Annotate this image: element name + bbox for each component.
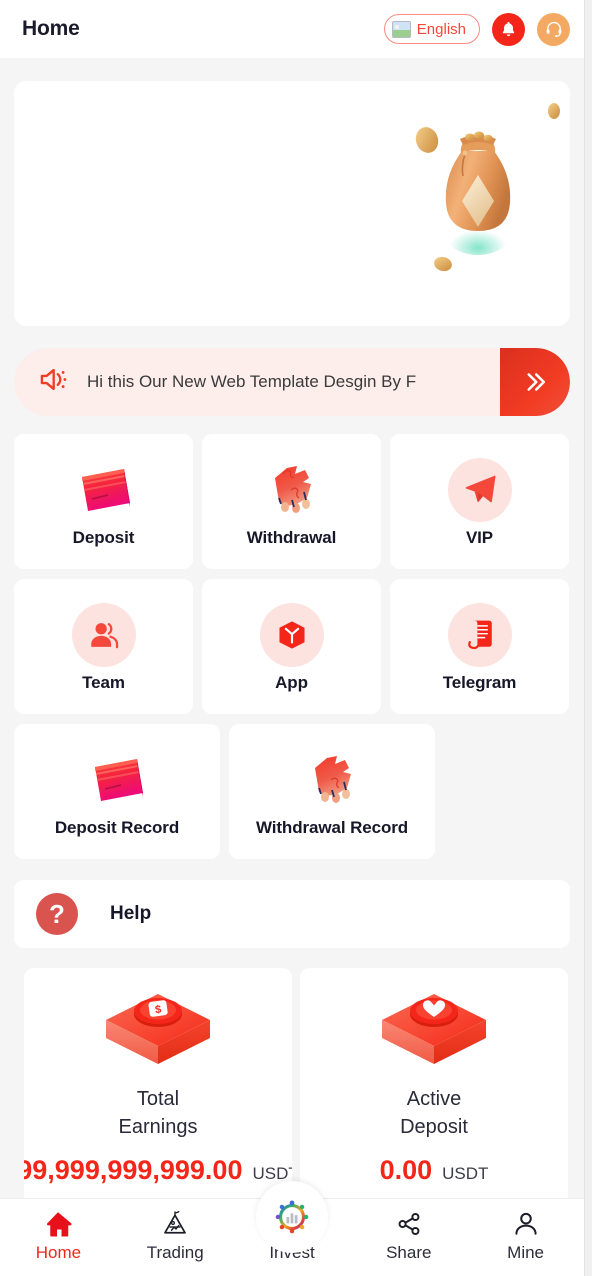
quick-actions-row-2: Team App Telegram — [14, 579, 569, 714]
nav-item-invest[interactable]: Invest — [234, 1181, 351, 1263]
stat-value-row: 99,999,999,999.00 USDT — [24, 1155, 292, 1186]
stat-unit: USDT — [442, 1164, 489, 1183]
stat-value-row: 0.00 USDT — [380, 1155, 489, 1186]
image-thumbnail-icon — [391, 20, 411, 38]
scroll-document-icon — [447, 602, 512, 667]
record-label: Deposit Record — [54, 817, 180, 837]
speaker-icon — [36, 363, 69, 401]
quick-action-label: Withdrawal — [246, 527, 337, 547]
announcement-next-button[interactable] — [500, 348, 570, 416]
customer-support-button[interactable] — [537, 12, 570, 46]
user-person-icon — [512, 1207, 540, 1241]
header-actions: English — [383, 12, 570, 46]
nav-label: Trading — [146, 1243, 204, 1262]
nav-label: Home — [35, 1243, 82, 1262]
invest-bubble[interactable] — [255, 1181, 328, 1253]
red-3d-box-heart-icon — [374, 986, 494, 1077]
bell-icon — [502, 21, 515, 36]
quick-action-telegram[interactable]: Telegram — [390, 579, 569, 714]
stat-card-active-deposit[interactable]: Active Deposit 0.00 USDT — [300, 968, 568, 1218]
quick-action-label: Telegram — [442, 672, 517, 692]
money-bag-illustration — [432, 113, 524, 263]
bottom-navigation: Home Trading Share Mine — [0, 1181, 584, 1276]
stat-title-line1: Active — [406, 1088, 462, 1110]
stat-value: 99,999,999,999.00 — [24, 1155, 243, 1185]
nav-item-share[interactable]: Share — [350, 1207, 467, 1263]
help-label: Help — [110, 903, 152, 924]
record-withdrawal-record[interactable]: Withdrawal Record — [229, 724, 435, 859]
stat-value: 0.00 — [379, 1155, 433, 1185]
nav-label: Share — [386, 1243, 432, 1262]
record-deposit-record[interactable]: Deposit Record — [14, 724, 220, 859]
app-root: Home English Hi this Our New Web Templat… — [0, 0, 592, 1276]
quick-action-label: VIP — [465, 527, 494, 547]
main-scroll-area[interactable]: Hi this Our New Web Template Desgin By F — [0, 58, 584, 1276]
credit-card-3d-icon — [83, 746, 151, 814]
records-row: Deposit Record Withdrawal Record — [14, 724, 435, 859]
headset-icon — [546, 21, 561, 38]
quick-action-label: App — [275, 672, 308, 692]
help-card[interactable]: ? Help — [14, 880, 570, 948]
stat-title-line1: Total — [136, 1088, 180, 1110]
page-scrollbar[interactable] — [584, 0, 592, 1276]
telegram-icon-wrap — [446, 601, 514, 669]
coin-top-right — [548, 103, 560, 119]
puzzle-3d-icon — [298, 746, 366, 814]
language-label: English — [416, 20, 466, 38]
stat-title-line2: Deposit — [400, 1116, 468, 1138]
quick-action-team[interactable]: Team — [14, 579, 193, 714]
nav-item-trading[interactable]: Trading — [117, 1207, 234, 1263]
stat-title: Active Deposit — [400, 1085, 468, 1141]
promo-banner[interactable] — [14, 81, 570, 326]
quick-action-label: Deposit — [72, 527, 135, 547]
puzzle-3d-icon — [258, 456, 326, 524]
nav-label: Mine — [507, 1243, 545, 1262]
team-icon-wrap — [70, 601, 138, 669]
paper-plane-icon — [447, 457, 512, 522]
announcement-bar[interactable]: Hi this Our New Web Template Desgin By F — [14, 348, 570, 416]
cube-box-icon — [259, 602, 324, 667]
announcement-text: Hi this Our New Web Template Desgin By F — [87, 372, 417, 391]
share-nodes-icon — [395, 1207, 423, 1241]
notifications-button[interactable] — [492, 12, 525, 46]
stat-card-total-earnings[interactable]: $ Total Earnings 99,999,999,999.00 USDT — [24, 968, 292, 1218]
vip-icon-wrap — [446, 456, 514, 524]
stat-title-line2: Earnings — [118, 1116, 198, 1138]
quick-action-vip[interactable]: VIP — [390, 434, 569, 569]
trading-chart-icon — [160, 1207, 190, 1241]
double-chevron-right-icon — [527, 373, 545, 391]
nav-item-mine[interactable]: Mine — [467, 1207, 584, 1263]
invest-ring-chart-icon — [275, 1200, 309, 1234]
quick-action-deposit[interactable]: Deposit — [14, 434, 193, 569]
credit-card-3d-icon — [70, 456, 138, 524]
home-icon — [43, 1207, 73, 1241]
red-3d-box-dollar-icon: $ — [98, 986, 218, 1077]
language-selector[interactable]: English — [383, 14, 480, 44]
people-icon — [71, 602, 136, 667]
quick-action-label: Team — [82, 672, 125, 692]
question-mark-icon: ? — [36, 893, 78, 935]
nav-item-home[interactable]: Home — [0, 1207, 117, 1263]
page-title: Home — [22, 17, 80, 40]
quick-action-withdrawal[interactable]: Withdrawal — [202, 434, 381, 569]
app-icon-wrap — [258, 601, 326, 669]
quick-actions-row-1: Deposit Withdrawal VIP — [14, 434, 569, 569]
record-label: Withdrawal Record — [255, 817, 409, 837]
stat-title: Total Earnings — [119, 1085, 198, 1141]
money-bag-icon — [445, 131, 511, 255]
quick-action-app[interactable]: App — [202, 579, 381, 714]
app-header: Home English — [0, 0, 584, 58]
